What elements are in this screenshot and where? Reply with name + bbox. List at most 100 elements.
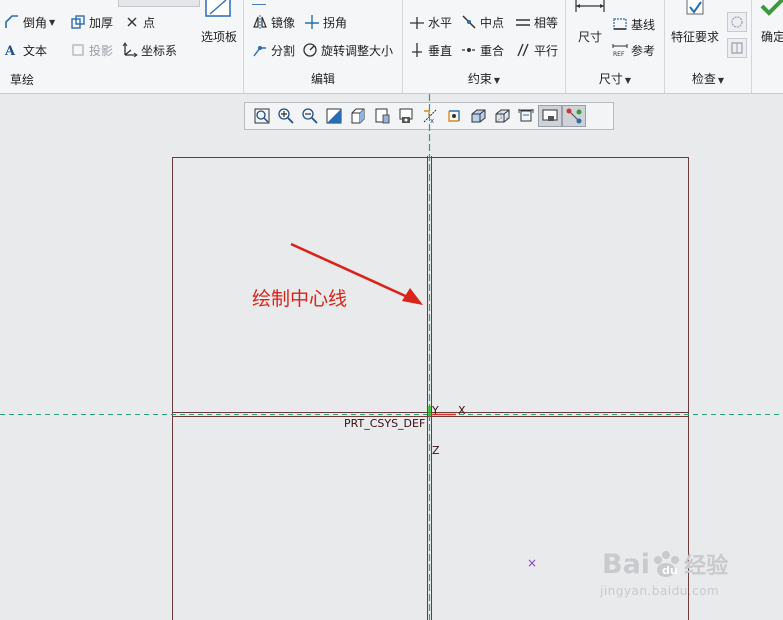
coincident-button[interactable]: 重合 — [461, 40, 504, 60]
group-edit: 镜像 拐角 分割 旋转调整大小 编辑 — [244, 0, 403, 93]
corner-label: 拐角 — [323, 15, 348, 30]
group-label-inspect[interactable]: 检查 ▼ — [665, 69, 751, 89]
midpoint-icon — [461, 14, 477, 30]
group-dimension: 尺寸 基线 REF 参考 尺寸 ▼ — [566, 0, 665, 93]
horizontal-label: 水平 — [428, 15, 453, 30]
parallel-button[interactable]: 平行 — [515, 40, 558, 60]
confirm-button[interactable]: 确定 — [757, 0, 783, 45]
z-axis-label: Z — [432, 444, 440, 457]
sketch-point-marker[interactable]: × — [527, 556, 537, 570]
vertical-button[interactable]: 垂直 — [409, 40, 452, 60]
point-x-icon — [124, 14, 140, 30]
coord-sys-label: 坐标系 — [141, 43, 178, 58]
group-label-edit: 编辑 — [310, 72, 335, 86]
text-button[interactable]: A 文本 — [4, 40, 47, 60]
rotate-resize-button[interactable]: 旋转调整大小 — [302, 40, 393, 60]
watermark-brand: Bai — [602, 549, 651, 580]
coord-sys-icon — [122, 42, 138, 58]
feature-req-icon — [667, 0, 723, 26]
group-label-constrain[interactable]: 约束 ▼ — [403, 69, 565, 89]
checkmark-icon — [757, 0, 783, 26]
project-icon — [70, 42, 86, 58]
dropdown-stub[interactable] — [118, 0, 200, 7]
vertical-label: 垂直 — [428, 43, 453, 58]
reference-label: 参考 — [631, 43, 656, 58]
project-label: 投影 — [89, 43, 114, 58]
thicken-icon — [70, 14, 86, 30]
group-label-constrain-text: 约束 — [467, 72, 492, 86]
dimension-icon — [570, 0, 610, 26]
parallel-icon — [515, 42, 531, 58]
watermark-logo: Bai du 经验 — [602, 548, 728, 580]
midpoint-button[interactable]: 中点 — [461, 12, 504, 32]
baseline-icon — [612, 16, 628, 32]
inspect-small-icon-1[interactable] — [727, 12, 747, 32]
chamfer-button[interactable]: 倒角 ▼ — [4, 12, 55, 32]
group-label-dimension-text: 尺寸 — [598, 72, 623, 86]
corner-icon — [304, 14, 320, 30]
palette-label: 选项板 — [200, 30, 237, 44]
coord-sys-button[interactable]: 坐标系 — [122, 40, 177, 60]
midpoint-label: 中点 — [480, 15, 505, 30]
mirror-button[interactable]: 镜像 — [252, 12, 295, 32]
coincident-icon — [461, 42, 477, 58]
group-sketch: 倒角 ▼ 加厚 点 A 文本 投影 坐标系 选项板 草绘 — [0, 0, 244, 93]
svg-text:A: A — [4, 44, 16, 58]
feature-req-button[interactable]: 特征要求 — [667, 0, 723, 45]
baseline-label: 基线 — [631, 17, 656, 32]
mirror-label: 镜像 — [271, 15, 296, 30]
edit-top-stub — [252, 0, 266, 5]
point-label: 点 — [143, 15, 156, 30]
mirror-icon — [252, 14, 268, 30]
thicken-label: 加厚 — [89, 15, 114, 30]
ribbon: 倒角 ▼ 加厚 点 A 文本 投影 坐标系 选项板 草绘 镜像 拐角 分割 旋转… — [0, 0, 783, 94]
palette-icon — [196, 0, 242, 26]
group-label-dimension[interactable]: 尺寸 ▼ — [566, 69, 664, 89]
rotate-resize-label: 旋转调整大小 — [321, 43, 394, 58]
sketch-canvas[interactable] — [0, 94, 783, 620]
palette-button[interactable]: 选项板 — [196, 0, 242, 45]
watermark-brand-tail: 经验 — [684, 554, 729, 579]
rotate-resize-icon — [302, 42, 318, 58]
equal-label: 相等 — [534, 15, 559, 30]
coincident-label: 重合 — [480, 43, 505, 58]
point-button[interactable]: 点 — [124, 12, 155, 32]
reference-button[interactable]: REF 参考 — [612, 40, 655, 60]
chamfer-label: 倒角 — [23, 15, 48, 30]
equal-icon — [515, 14, 531, 30]
horizontal-icon — [409, 14, 425, 30]
annotation-arrow-head — [402, 288, 423, 305]
y-axis-label: Y — [432, 404, 439, 417]
vertical-icon — [409, 42, 425, 58]
feature-req-label: 特征要求 — [670, 30, 719, 44]
divide-icon — [252, 42, 268, 58]
group-label-sketch: 草绘 — [10, 73, 35, 87]
baseline-button[interactable]: 基线 — [612, 14, 655, 34]
corner-button[interactable]: 拐角 — [304, 12, 347, 32]
chevron-down-icon[interactable]: ▼ — [49, 18, 55, 27]
divide-button[interactable]: 分割 — [252, 40, 295, 60]
inspect-small-icon-2[interactable] — [727, 38, 747, 58]
paw-icon: du — [650, 550, 684, 577]
text-label: 文本 — [23, 43, 48, 58]
group-constrain: 水平 中点 相等 垂直 重合 平行 约束 ▼ — [403, 0, 566, 93]
chevron-down-icon: ▼ — [717, 76, 725, 85]
thicken-button[interactable]: 加厚 — [70, 12, 113, 32]
chamfer-icon — [4, 14, 20, 30]
chevron-down-icon: ▼ — [493, 76, 501, 85]
svg-text:du: du — [662, 564, 678, 577]
divide-label: 分割 — [271, 43, 296, 58]
group-label-inspect-text: 检查 — [691, 72, 716, 86]
dimension-label: 尺寸 — [577, 30, 602, 44]
annotation-text: 绘制中心线 — [252, 288, 348, 310]
reference-icon: REF — [612, 42, 628, 58]
equal-button[interactable]: 相等 — [515, 12, 558, 32]
chevron-down-icon: ▼ — [624, 76, 632, 85]
csys-name-label[interactable]: PRT_CSYS_DEF — [344, 417, 425, 430]
horizontal-button[interactable]: 水平 — [409, 12, 452, 32]
dimension-button[interactable]: 尺寸 — [570, 0, 610, 45]
svg-text:REF: REF — [613, 51, 625, 58]
parallel-label: 平行 — [534, 43, 559, 58]
project-button[interactable]: 投影 — [70, 40, 113, 60]
text-icon: A — [4, 42, 20, 59]
